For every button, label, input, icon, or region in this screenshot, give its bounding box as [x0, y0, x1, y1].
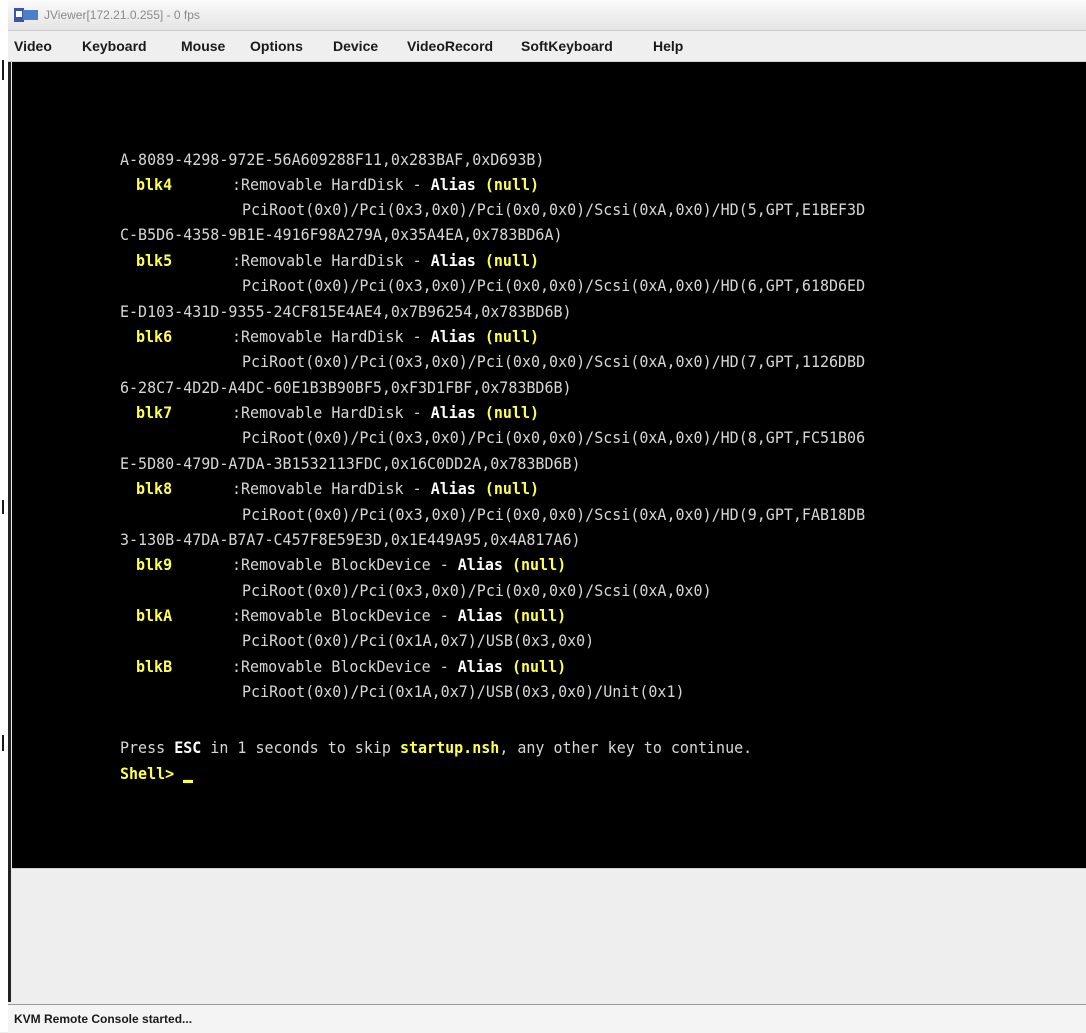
device-name: blk6 — [136, 327, 173, 347]
edge-tick — [2, 60, 4, 80]
console-device-line: blk4:Removable HardDisk - Alias (null) — [136, 175, 540, 195]
jviewer-app-icon — [14, 8, 38, 22]
device-name: blkA — [136, 606, 173, 626]
menu-softkeyboard[interactable]: SoftKeyboard — [521, 38, 613, 54]
device-name: blkB — [136, 657, 173, 677]
console-line: PciRoot(0x0)/Pci(0x3,0x0)/Pci(0x0,0x0)/S… — [242, 428, 866, 448]
menu-options[interactable]: Options — [250, 38, 303, 54]
console-line: PciRoot(0x0)/Pci(0x3,0x0)/Pci(0x0,0x0)/S… — [242, 581, 712, 601]
console-line: 6-28C7-4D2D-A4DC-60E1B3B90BF5,0xF3D1FBF,… — [120, 378, 572, 398]
menu-keyboard[interactable]: Keyboard — [82, 38, 147, 54]
console-device-line: blkB:Removable BlockDevice - Alias (null… — [136, 657, 567, 677]
menu-bar: Video Keyboard Mouse Options Device Vide… — [8, 31, 1086, 62]
console-line: PciRoot(0x0)/Pci(0x3,0x0)/Pci(0x0,0x0)/S… — [242, 276, 866, 296]
console-padding-area — [12, 868, 1086, 1003]
device-name: blk4 — [136, 175, 173, 195]
outer-left-edge — [0, 0, 8, 1032]
device-name: blk5 — [136, 251, 173, 271]
text-cursor — [183, 779, 194, 784]
console-device-line: blk9:Removable BlockDevice - Alias (null… — [136, 555, 567, 575]
console-line: C-B5D6-4358-9B1E-4916F98A279A,0x35A4EA,0… — [120, 225, 563, 245]
startup-prompt-line: Press ESC in 1 seconds to skip startup.n… — [120, 738, 753, 758]
menu-video[interactable]: Video — [14, 38, 52, 54]
console-line: E-5D80-479D-A7DA-3B1532113FDC,0x16C0DD2A… — [120, 454, 581, 474]
console-line: PciRoot(0x0)/Pci(0x1A,0x7)/USB(0x3,0x0)/… — [242, 682, 685, 702]
shell-prompt-line[interactable]: Shell> — [120, 761, 194, 786]
console-device-line: blk5:Removable HardDisk - Alias (null) — [136, 251, 540, 271]
console-line: 3-130B-47DA-B7A7-C457F8E59E3D,0x1E449A95… — [120, 530, 581, 550]
console-line: E-D103-431D-9355-24CF815E4AE4,0x7B96254,… — [120, 302, 572, 322]
console-line: PciRoot(0x0)/Pci(0x1A,0x7)/USB(0x3,0x0) — [242, 631, 595, 651]
console-line: PciRoot(0x0)/Pci(0x3,0x0)/Pci(0x0,0x0)/S… — [242, 505, 866, 525]
kvm-console-screen[interactable]: A-8089-4298-972E-56A609288F11,0x283BAF,0… — [12, 62, 1086, 868]
device-name: blk9 — [136, 555, 173, 575]
edge-tick — [2, 500, 4, 514]
jviewer-window: JViewer[172.21.0.255] - 0 fps Video Keyb… — [8, 0, 1086, 1033]
menu-mouse[interactable]: Mouse — [181, 38, 225, 54]
device-name: blk8 — [136, 479, 173, 499]
device-name: blk7 — [136, 403, 173, 423]
console-line: PciRoot(0x0)/Pci(0x3,0x0)/Pci(0x0,0x0)/S… — [242, 352, 866, 372]
edge-tick — [2, 735, 4, 751]
console-line: A-8089-4298-972E-56A609288F11,0x283BAF,0… — [120, 150, 545, 170]
console-device-line: blk8:Removable HardDisk - Alias (null) — [136, 479, 540, 499]
window-title: JViewer[172.21.0.255] - 0 fps — [44, 8, 200, 22]
menu-device[interactable]: Device — [333, 38, 378, 54]
menu-videorecord[interactable]: VideoRecord — [407, 38, 493, 54]
status-text: KVM Remote Console started... — [14, 1012, 193, 1026]
title-bar[interactable]: JViewer[172.21.0.255] - 0 fps — [8, 0, 1086, 31]
menu-help[interactable]: Help — [653, 38, 683, 54]
left-border — [8, 62, 11, 1002]
shell-prompt: Shell> — [120, 764, 184, 784]
console-device-line: blk6:Removable HardDisk - Alias (null) — [136, 327, 540, 347]
console-device-line: blkA:Removable BlockDevice - Alias (null… — [136, 606, 567, 626]
status-bar: KVM Remote Console started... — [8, 1004, 1086, 1033]
console-device-line: blk7:Removable HardDisk - Alias (null) — [136, 403, 540, 423]
console-line: PciRoot(0x0)/Pci(0x3,0x0)/Pci(0x0,0x0)/S… — [242, 200, 866, 220]
